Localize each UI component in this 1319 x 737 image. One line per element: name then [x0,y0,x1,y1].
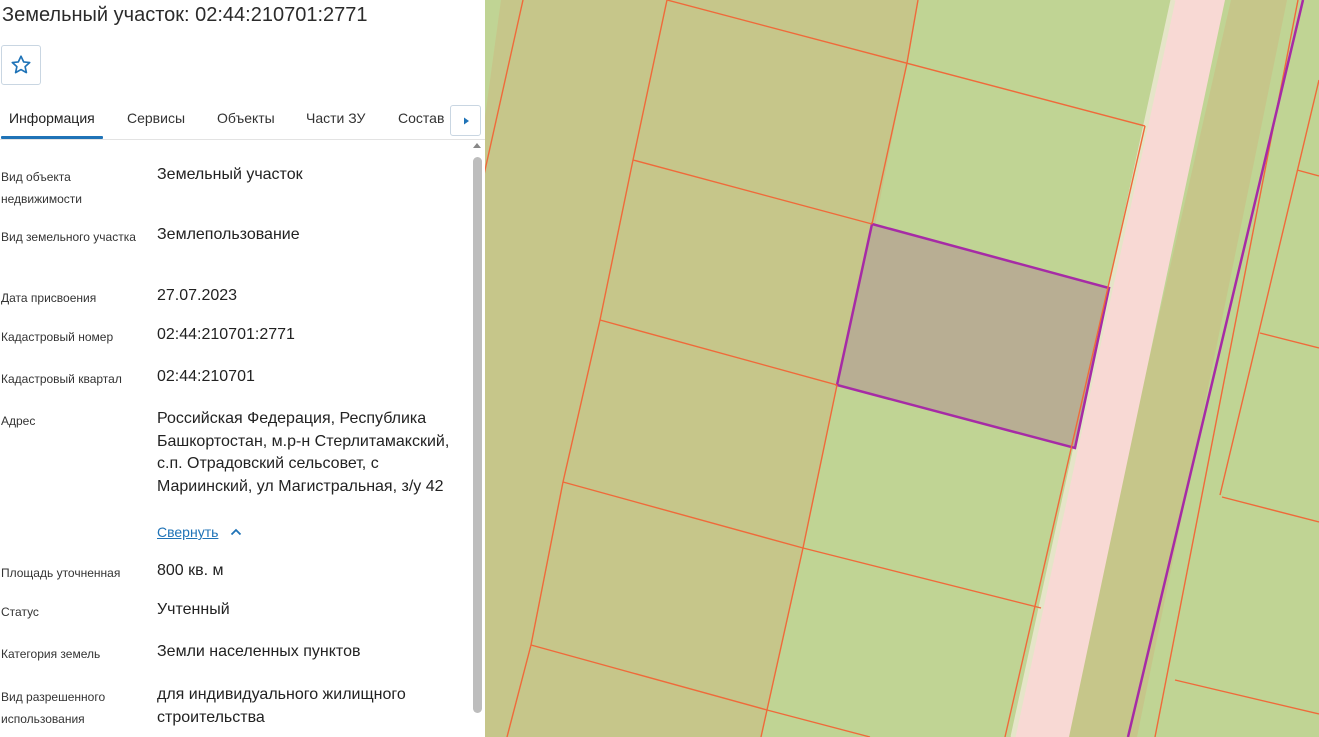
star-outline-icon [11,55,31,74]
caret-right-icon [463,117,469,124]
info-value: Земельный участок [157,166,303,183]
info-value: для индивидуального жилищного строительс… [157,686,406,726]
info-label: Статус [1,605,39,619]
collapse-label: Свернуть [157,524,219,540]
tab-bar: Информация Сервисы Объекты Части ЗУ Сост… [0,100,485,140]
info-label: Кадастровый квартал [1,372,122,386]
info-value: 02:44:210701:2771 [157,326,295,343]
info-value: Российская Федерация, Республика Башкорт… [157,410,450,495]
panel-scrollbar[interactable] [472,140,484,737]
info-label: Вид разрешенного использования [1,690,106,726]
info-label: Категория земель [1,647,101,661]
tab-services[interactable]: Сервисы [127,110,185,126]
scroll-up-arrow-icon[interactable] [473,143,481,148]
info-panel: Земельный участок: 02:44:210701:2771 Инф… [0,0,485,737]
info-value: 800 кв. м [157,562,224,579]
map-canvas[interactable] [485,0,1319,737]
tab-objects[interactable]: Объекты [217,110,275,126]
info-value: Землепользование [157,226,300,243]
scroll-thumb[interactable] [473,157,482,713]
tab-scroll-right-button[interactable] [450,105,481,136]
tab-composition[interactable]: Состав [398,110,444,126]
info-value: Учтенный [157,601,230,618]
active-tab-indicator [1,136,103,139]
favorite-button[interactable] [1,45,41,85]
collapse-address-link[interactable]: Свернуть [157,524,242,540]
page-title: Земельный участок: 02:44:210701:2771 [2,4,368,26]
info-label: Дата присвоения [1,291,97,305]
chevron-up-icon [231,528,242,536]
info-label: Площадь уточненная [1,566,121,580]
info-label: Вид земельного участка [1,230,136,244]
info-label: Вид объекта недвижимости [1,170,82,206]
cadastral-map[interactable] [485,0,1319,737]
info-value: 27.07.2023 [157,287,238,304]
info-value: 02:44:210701 [157,368,255,385]
info-value: Земли населенных пунктов [157,643,361,660]
tab-information[interactable]: Информация [9,110,95,126]
info-label: Адрес [1,414,36,428]
tab-parcel-parts[interactable]: Части ЗУ [306,110,365,126]
info-label: Кадастровый номер [1,330,114,344]
